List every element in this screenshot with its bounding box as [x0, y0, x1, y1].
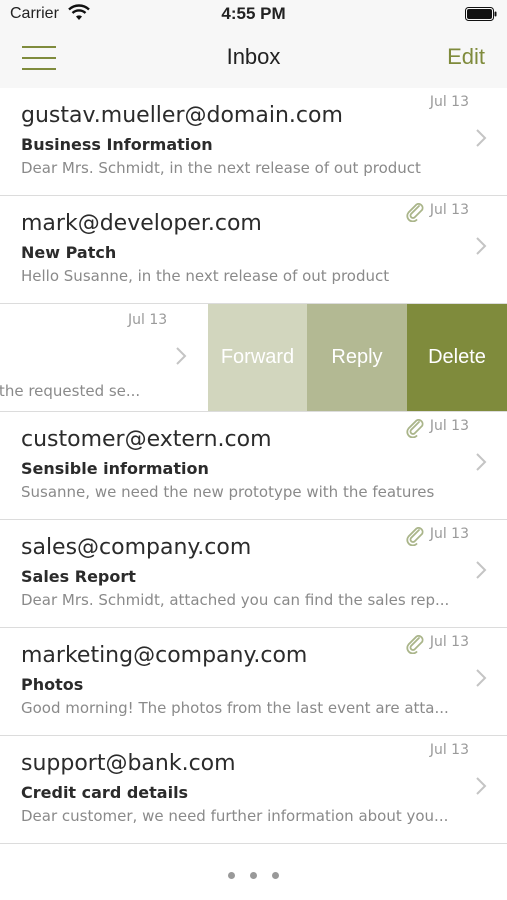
email-preview: Dear Mrs. Schmidt, in the next release o…	[21, 159, 421, 177]
email-sender: customer@extern.com	[21, 427, 272, 452]
attachment-icon	[406, 527, 424, 546]
chevron-right-icon	[476, 453, 487, 471]
email-row[interactable]: gustav.mueller@domain.com Business Infor…	[0, 88, 507, 196]
attachment-icon	[406, 635, 424, 654]
page-dot	[272, 872, 280, 879]
email-sender: marketing@company.com	[21, 643, 308, 668]
email-subject: Sensible information	[21, 459, 209, 478]
email-row-content[interactable]: Jul 13 r the requested se...	[0, 304, 208, 411]
chevron-right-icon	[476, 237, 487, 255]
email-sender: support@bank.com	[21, 751, 236, 776]
nav-bar: Inbox Edit	[0, 30, 507, 89]
email-subject: Photos	[21, 675, 84, 694]
chevron-right-icon	[476, 777, 487, 795]
email-preview: Hello Susanne, in the next release of ou…	[21, 267, 390, 285]
chevron-right-icon	[176, 347, 187, 365]
email-row-swiped[interactable]: Jul 13 r the requested se... Forward Rep…	[0, 304, 507, 412]
edit-button[interactable]: Edit	[447, 44, 485, 70]
email-preview: Dear Mrs. Schmidt, attached you can find…	[21, 591, 450, 609]
email-row[interactable]: support@bank.com Credit card details Dea…	[0, 736, 507, 844]
email-sender: gustav.mueller@domain.com	[21, 103, 343, 128]
email-row[interactable]: marketing@company.com Photos Good mornin…	[0, 628, 507, 736]
email-subject: Credit card details	[21, 783, 189, 802]
email-subject: New Patch	[21, 243, 117, 262]
email-list: gustav.mueller@domain.com Business Infor…	[0, 88, 507, 844]
email-row[interactable]: mark@developer.com New Patch Hello Susan…	[0, 196, 507, 304]
email-preview: r the requested se...	[0, 382, 141, 400]
email-preview: Good morning! The photos from the last e…	[21, 699, 449, 717]
email-date: Jul 13	[429, 742, 469, 758]
email-date: Jul 13	[429, 94, 469, 110]
attachment-icon	[406, 419, 424, 438]
email-subject: Sales Report	[21, 567, 136, 586]
reply-button[interactable]: Reply	[307, 304, 407, 411]
chevron-right-icon	[476, 561, 487, 579]
email-date: Jul 13	[429, 418, 469, 434]
email-date: Jul 13	[128, 312, 168, 328]
email-row[interactable]: customer@extern.com Sensible information…	[0, 412, 507, 520]
email-preview: Dear customer, we need further informati…	[21, 807, 449, 825]
email-date: Jul 13	[429, 526, 469, 542]
clock: 4:55 PM	[221, 4, 286, 23]
email-subject: Business Information	[21, 135, 213, 154]
email-sender: sales@company.com	[21, 535, 252, 560]
email-row[interactable]: sales@company.com Sales Report Dear Mrs.…	[0, 520, 507, 628]
page-dot	[227, 872, 235, 879]
email-date: Jul 13	[429, 634, 469, 650]
email-date: Jul 13	[429, 202, 469, 218]
page-title: Inbox	[226, 44, 281, 69]
page-dot	[250, 872, 257, 879]
attachment-icon	[406, 203, 424, 222]
page-indicator	[0, 864, 507, 883]
status-bar: Carrier 4:55 PM	[0, 0, 507, 30]
delete-button[interactable]: Delete	[407, 304, 507, 411]
email-preview: Susanne, we need the new prototype with …	[21, 483, 435, 501]
forward-button[interactable]: Forward	[208, 304, 307, 411]
battery-icon	[465, 7, 497, 21]
chevron-right-icon	[476, 669, 487, 687]
email-sender: mark@developer.com	[21, 211, 262, 236]
chevron-right-icon	[476, 129, 487, 147]
